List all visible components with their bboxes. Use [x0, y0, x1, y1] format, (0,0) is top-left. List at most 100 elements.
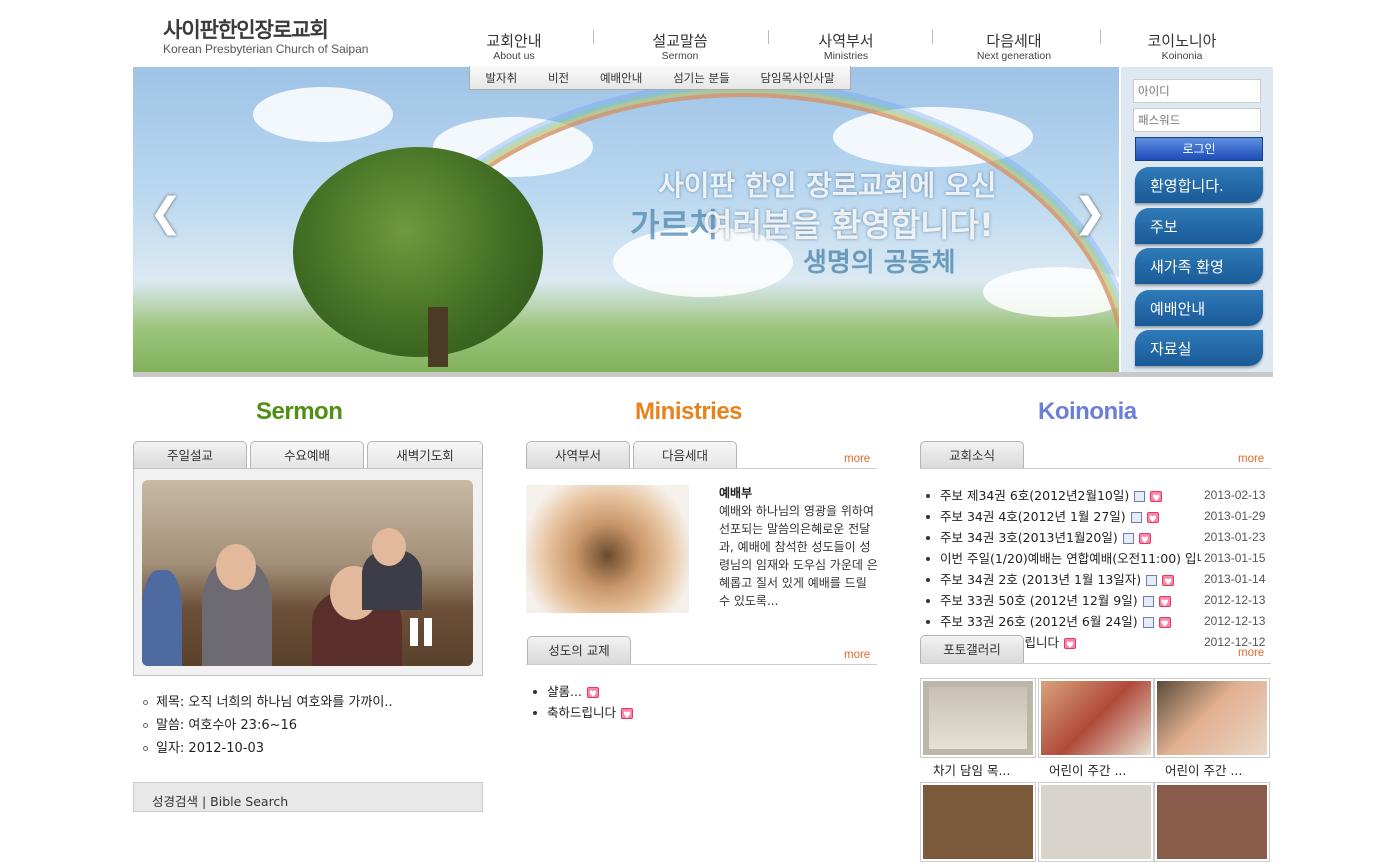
nav-koinonia[interactable]: 코이노니아 Koinonia: [1117, 30, 1247, 62]
nav-divider: [932, 30, 933, 44]
divider: [920, 468, 1271, 469]
file-icon: [1142, 617, 1154, 628]
news-title[interactable]: 주보 34권 3호(2013년1월20일): [940, 530, 1118, 545]
news-title[interactable]: 주보 33권 26호 (2012년 6월 24일): [940, 614, 1138, 629]
ministries-more-link[interactable]: more: [844, 453, 870, 465]
subnav-staff[interactable]: 섬기는 분들: [673, 70, 730, 86]
nav-about-us[interactable]: 교회안내 About us: [449, 30, 579, 62]
news-item[interactable]: 이번 주일(1/20)예배는 연합예배(오전11:00) 입니다.: [926, 548, 1201, 569]
chevron-left-icon[interactable]: ❮: [149, 190, 183, 236]
nav-label-en: Sermon: [661, 50, 699, 62]
chevron-right-icon[interactable]: ❯: [1073, 190, 1107, 236]
nav-label-kr: 설교말씀: [652, 32, 708, 50]
file-icon: [1146, 575, 1158, 586]
tab-fellowship[interactable]: 성도의 교제: [527, 636, 631, 664]
nav-label-en: About us: [493, 50, 535, 62]
news-item[interactable]: 주보 제34권 6호(2012년2월10일): [926, 485, 1201, 510]
tab-church-news[interactable]: 교회소식: [920, 441, 1024, 469]
ministry-title[interactable]: 예배부: [719, 486, 752, 500]
list-item[interactable]: 샬롬...: [533, 681, 633, 706]
sermon-video-thumbnail[interactable]: [142, 480, 473, 666]
pause-icon[interactable]: [410, 618, 436, 646]
news-date: 2013-01-15: [1204, 551, 1266, 565]
password-input[interactable]: [1133, 108, 1261, 132]
gallery-thumbnail[interactable]: [1038, 782, 1154, 862]
grass-field: [133, 329, 1273, 372]
main-banner: 사이판 한인 장로교회에 오신 가르치 여러분을 환영합니다! 생명의 공동체 …: [133, 67, 1273, 377]
gallery-caption[interactable]: 어린이 주간 ...: [1049, 760, 1126, 779]
news-date: 2013-01-23: [1204, 530, 1266, 544]
file-icon: [1134, 491, 1146, 502]
tab-dawn-prayer[interactable]: 새벽기도회: [367, 441, 483, 469]
gallery-caption[interactable]: 차기 담임 목...: [933, 760, 1010, 779]
gallery-more-link[interactable]: more: [1238, 647, 1264, 659]
tab-photo-gallery[interactable]: 포토갤러리: [920, 635, 1024, 663]
banner-slogan-1: 사이판 한인 장로교회에 오신: [658, 169, 997, 202]
nav-next-generation[interactable]: 다음세대 Next generation: [949, 30, 1079, 62]
heart-icon: [1146, 510, 1159, 531]
quick-menu-bulletin[interactable]: 주보: [1135, 208, 1263, 244]
news-date: 2013-01-14: [1204, 572, 1266, 586]
tab-sunday-sermon[interactable]: 주일설교: [133, 441, 247, 469]
cloud: [253, 87, 393, 142]
heart-icon: [1063, 636, 1076, 653]
ministry-photo-hands-plant[interactable]: [526, 485, 689, 613]
file-icon: [1122, 533, 1134, 544]
list-item-title[interactable]: 축하드립니다: [547, 705, 616, 720]
tree-trunk: [428, 307, 448, 367]
news-title[interactable]: 이번 주일(1/20)예배는 연합예배(오전11:00) 입니다.: [940, 551, 1201, 566]
news-item[interactable]: 주보 33권 50호 (2012년 12월 9일): [926, 590, 1201, 615]
login-button[interactable]: 로그인: [1135, 137, 1263, 161]
site-logo-korean[interactable]: 사이판한인장로교회: [163, 14, 329, 44]
sermon-info-date: 일자: 2012-10-03: [143, 737, 264, 756]
quick-menu-worship[interactable]: 예배안내: [1135, 290, 1263, 326]
news-item[interactable]: 주보 34권 4호(2012년 1월 27일): [926, 506, 1201, 531]
heart-icon: [1162, 573, 1175, 594]
news-title[interactable]: 주보 제34권 6호(2012년2월10일): [940, 488, 1129, 503]
quick-menu-archive[interactable]: 자료실: [1135, 330, 1263, 366]
list-item-title[interactable]: 샬롬...: [547, 684, 582, 699]
news-item[interactable]: 주보 34권 3호(2013년1월20일): [926, 527, 1201, 552]
nav-ministries[interactable]: 사역부서 Ministries: [781, 30, 911, 62]
fellowship-more-link[interactable]: more: [844, 649, 870, 661]
nav-label-kr: 다음세대: [986, 32, 1042, 50]
news-date: 2013-02-13: [1204, 488, 1266, 502]
tree-image: [293, 147, 543, 357]
list-item[interactable]: 축하드립니다: [533, 702, 634, 727]
nav-sermon[interactable]: 설교말씀 Sermon: [615, 30, 745, 62]
user-id-input[interactable]: [1133, 79, 1261, 103]
subnav-history[interactable]: 발자취: [485, 70, 517, 86]
quick-menu-new-family[interactable]: 새가족 환영: [1135, 248, 1263, 284]
heart-icon: [586, 685, 599, 706]
divider: [526, 468, 877, 469]
site-logo-english[interactable]: Korean Presbyterian Church of Saipan: [163, 42, 368, 56]
gallery-caption[interactable]: 어린이 주간 ...: [1165, 760, 1242, 779]
news-title[interactable]: 주보 34권 4호(2012년 1월 27일): [940, 509, 1126, 524]
heart-icon: [1158, 594, 1171, 615]
gallery-thumbnail[interactable]: [920, 678, 1036, 758]
tab-ministries[interactable]: 사역부서: [526, 441, 630, 469]
nav-label-kr: 사역부서: [818, 32, 874, 50]
banner-slogan-2: 여러분을 환영합니다!: [703, 206, 994, 244]
bible-search-box[interactable]: 성경검색 | Bible Search: [133, 782, 483, 812]
gallery-thumbnail[interactable]: [1038, 678, 1154, 758]
gallery-thumbnail[interactable]: [1154, 678, 1270, 758]
news-title[interactable]: 주보 33권 50호 (2012년 12월 9일): [940, 593, 1138, 608]
news-item[interactable]: 주보 33권 26호 (2012년 6월 24일): [926, 611, 1201, 636]
subnav-pastor-greeting[interactable]: 담임목사인사말: [760, 70, 834, 86]
tab-next-generation[interactable]: 다음세대: [633, 441, 737, 469]
nav-label-kr: 코이노니아: [1147, 32, 1217, 50]
nav-divider: [768, 30, 769, 44]
gallery-thumbnail[interactable]: [1154, 782, 1270, 862]
tab-wednesday-service[interactable]: 수요예배: [250, 441, 364, 469]
quick-menu-welcome[interactable]: 환영합니다.: [1135, 167, 1263, 203]
news-title[interactable]: 주보 34권 2호 (2013년 1월 13일자): [940, 572, 1141, 587]
subnav-vision[interactable]: 비전: [548, 70, 569, 86]
news-item[interactable]: 주보 34권 2호 (2013년 1월 13일자): [926, 569, 1201, 594]
nav-divider: [593, 30, 594, 44]
gallery-thumbnail[interactable]: [920, 782, 1036, 862]
subnav-worship-guide[interactable]: 예배안내: [600, 70, 642, 86]
news-date: 2012-12-13: [1204, 614, 1266, 628]
sermon-title-text[interactable]: 제목: 오직 너희의 하나님 여호와를 가까이..: [156, 695, 393, 710]
news-more-link[interactable]: more: [1238, 453, 1264, 465]
